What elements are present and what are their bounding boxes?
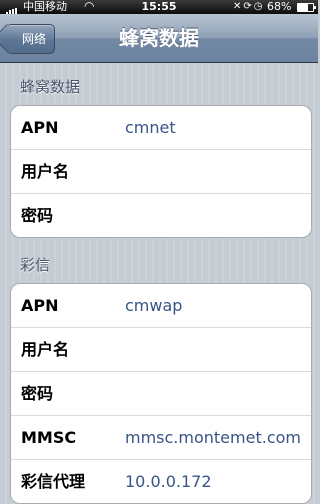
mms-password-row[interactable]: 密码	[11, 372, 311, 416]
mmsc-label: MMSC	[21, 428, 77, 447]
password-row[interactable]: 密码	[11, 194, 311, 237]
page-title: 蜂窝数据	[119, 26, 199, 50]
mmsc-row[interactable]: MMSC mmsc.montemet.com	[11, 416, 311, 460]
status-icons: ✕⟳◷	[233, 0, 265, 14]
lock-rotation-icon: ⟳	[243, 1, 254, 12]
mmsc-field[interactable]: mmsc.montemet.com	[125, 416, 301, 459]
mms-apn-row[interactable]: APN cmwap	[11, 284, 311, 328]
mms-apn-field[interactable]: cmwap	[125, 284, 182, 327]
battery-percent: 68%	[267, 0, 292, 13]
apn-field[interactable]: cmnet	[125, 106, 176, 149]
username-row[interactable]: 用户名	[11, 150, 311, 194]
mms-apn-label: APN	[21, 296, 59, 315]
mms-password-label: 密码	[21, 384, 54, 403]
navigation-bar: 网络 蜂窝数据	[0, 14, 318, 63]
alarm-icon: ◷	[253, 1, 265, 12]
username-label: 用户名	[21, 162, 70, 181]
mms-username-row[interactable]: 用户名	[11, 328, 311, 372]
apn-row[interactable]: APN cmnet	[11, 106, 311, 150]
battery-icon	[297, 3, 316, 12]
mute-icon: ✕	[233, 1, 244, 12]
password-label: 密码	[21, 206, 54, 225]
mms-proxy-field[interactable]: 10.0.0.172	[125, 460, 212, 503]
apn-label: APN	[21, 118, 59, 137]
section-header-cellular-data: 蜂窝数据	[20, 78, 81, 96]
mms-username-label: 用户名	[21, 340, 70, 359]
cellular-data-group: APN cmnet 用户名 密码	[10, 105, 312, 238]
status-bar: 中国移动 ◠ 15:55 ✕⟳◷ 68%	[0, 0, 318, 17]
section-header-mms: 彩信	[20, 256, 51, 274]
mms-proxy-label: 彩信代理	[21, 472, 86, 491]
mms-proxy-row[interactable]: 彩信代理 10.0.0.172	[11, 460, 311, 503]
mms-group: APN cmwap 用户名 密码 MMSC mmsc.montemet.com …	[10, 283, 312, 504]
